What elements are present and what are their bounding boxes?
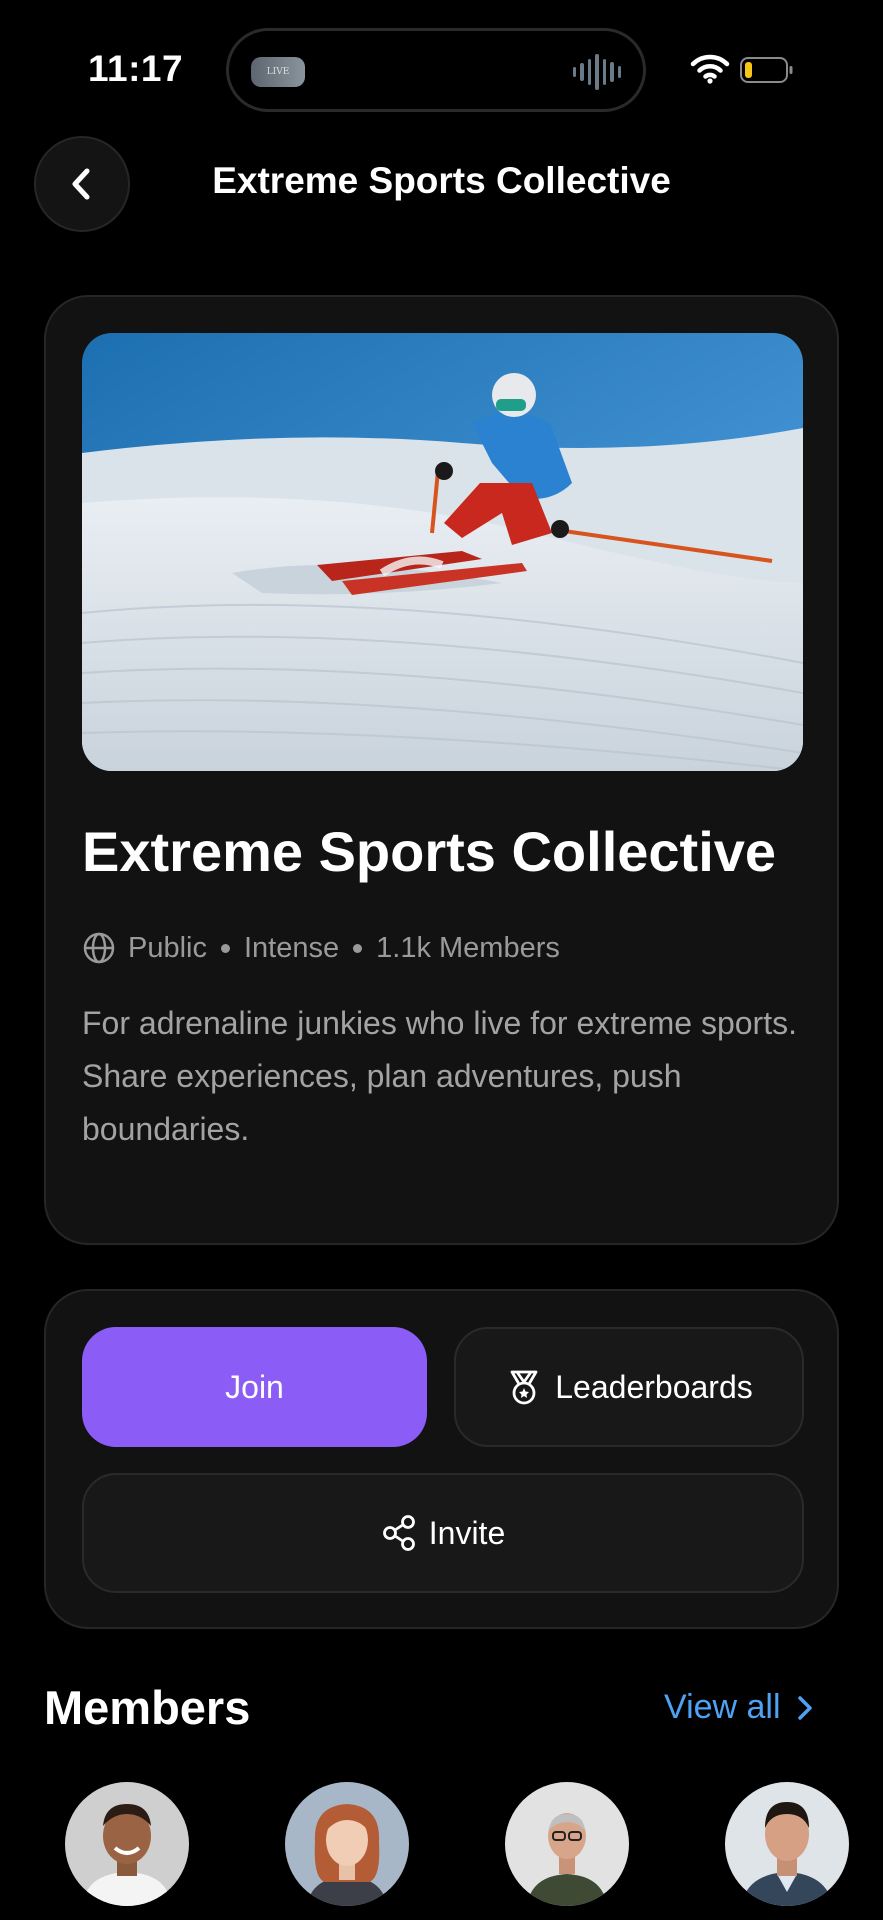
group-visibility: Public <box>128 931 207 964</box>
back-button[interactable] <box>34 136 130 232</box>
battery-icon <box>740 57 793 83</box>
chevron-right-icon <box>797 1695 812 1720</box>
separator-dot <box>221 943 230 953</box>
group-name: Extreme Sports Collective <box>82 820 777 883</box>
dynamic-island[interactable]: LIVE <box>226 28 646 112</box>
member-avatar[interactable] <box>725 1782 849 1906</box>
group-members-count: 1.1k Members <box>376 931 560 964</box>
leaderboards-button[interactable]: Leaderboards <box>454 1327 804 1447</box>
status-time: 11:17 <box>88 48 184 89</box>
member-avatar[interactable] <box>65 1782 189 1906</box>
chevron-left-icon <box>72 168 90 200</box>
wifi-icon <box>690 54 730 84</box>
share-icon <box>382 1515 415 1551</box>
member-avatar[interactable] <box>285 1782 409 1906</box>
island-thumbnail: LIVE <box>251 57 305 87</box>
view-all-members-link[interactable]: View all <box>664 1688 813 1727</box>
join-button[interactable]: Join <box>82 1327 427 1447</box>
view-all-label: View all <box>664 1688 781 1726</box>
invite-button-label: Invite <box>428 1514 506 1551</box>
audio-waveform-icon <box>573 53 621 91</box>
group-meta: Public Intense 1.1k Members <box>82 931 560 965</box>
group-intensity: Intense <box>244 931 340 964</box>
header-title: Extreme Sports Collective <box>212 160 671 201</box>
medal-icon <box>510 1370 538 1405</box>
join-button-label: Join <box>225 1368 284 1405</box>
member-avatar[interactable] <box>505 1782 629 1906</box>
group-info-card: Extreme Sports Collective Public Intense… <box>44 295 839 1245</box>
group-actions-card: Join Leaderboards Invite <box>44 1289 839 1629</box>
globe-icon <box>83 932 115 964</box>
status-bar: 11:17 LIVE <box>0 0 883 130</box>
separator-dot <box>353 943 363 953</box>
leaderboards-button-label: Leaderboards <box>555 1368 753 1405</box>
members-section-title: Members <box>44 1681 251 1734</box>
group-hero-image <box>82 333 803 771</box>
group-description: For adrenaline junkies who live for extr… <box>82 1005 797 1147</box>
invite-button[interactable]: Invite <box>82 1473 804 1593</box>
